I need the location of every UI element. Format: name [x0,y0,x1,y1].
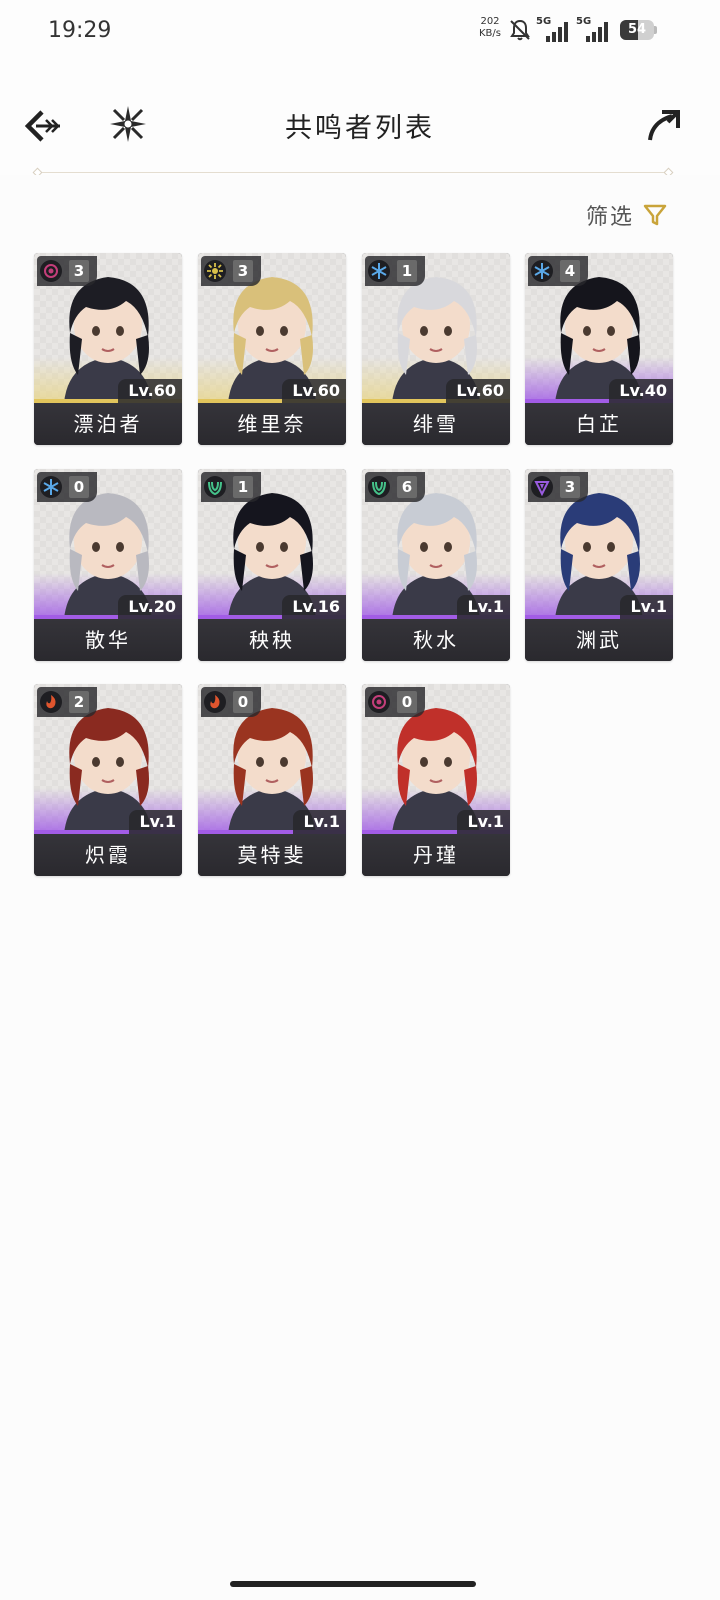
attribute-badge: 1 [201,472,261,502]
resonator-level: Lv.60 [282,379,346,403]
resonator-card[interactable]: 1 Lv.60 绯雪 [362,253,510,445]
attribute-badge: 0 [37,472,97,502]
home-indicator[interactable] [230,1581,476,1587]
resonance-chain-count: 4 [560,260,580,282]
network-speed: 202 KB/s [479,16,501,40]
resonance-chain-count: 3 [233,260,253,282]
resonator-name: 丹瑾 [362,834,510,876]
resonator-name: 渊武 [525,619,673,661]
resonance-chain-count: 0 [233,691,253,713]
share-arrow-icon[interactable] [642,104,686,148]
resonance-chain-count: 1 [397,260,417,282]
havoc-attribute-icon [368,691,390,713]
resonator-level: Lv.1 [620,595,673,619]
resonance-chain-count: 6 [397,476,417,498]
glacio-attribute-icon [531,260,553,282]
resonator-card[interactable]: 6 Lv.1 秋水 [362,469,510,661]
page-header: 共鸣者列表 [0,90,720,160]
havoc-attribute-icon [40,260,62,282]
attribute-badge: 4 [528,256,588,286]
resonator-name: 白芷 [525,403,673,445]
resonance-chain-count: 0 [397,691,417,713]
resonator-card[interactable]: 3 Lv.1 渊武 [525,469,673,661]
battery-indicator: 54 [620,20,658,40]
attribute-badge: 0 [365,687,425,717]
fusion-attribute-icon [204,691,226,713]
resonator-level: Lv.1 [129,810,182,834]
page-title: 共鸣者列表 [285,113,435,144]
resonator-card[interactable]: 3 Lv.60 漂泊者 [34,253,182,445]
attribute-badge: 3 [528,472,588,502]
filter-funnel-icon [643,204,667,226]
network-speed-value: 202 [480,16,500,27]
resonator-card[interactable]: 4 Lv.40 白芷 [525,253,673,445]
resonance-chain-count: 3 [560,476,580,498]
network-speed-unit: KB/s [479,28,501,39]
filter-label: 筛选 [586,205,635,230]
signal-bars-icon [546,22,568,42]
filter-button[interactable]: 筛选 [586,198,668,232]
attribute-badge: 2 [37,687,97,717]
resonator-card[interactable]: 1 Lv.16 秧秧 [198,469,346,661]
resonator-name: 绯雪 [362,403,510,445]
resonator-level: Lv.1 [293,810,346,834]
glacio-attribute-icon [40,476,62,498]
attribute-badge: 6 [365,472,425,502]
resonator-name: 秋水 [362,619,510,661]
resonator-card[interactable]: 0 Lv.1 丹瑾 [362,684,510,876]
cell-signal-1: 5G [536,16,572,44]
resonator-level: Lv.60 [118,379,182,403]
resonator-card[interactable]: 0 Lv.1 莫特斐 [198,684,346,876]
resonator-name: 维里奈 [198,403,346,445]
resonator-name: 秧秧 [198,619,346,661]
resonance-chain-count: 0 [69,476,89,498]
status-time: 19:29 [48,18,112,43]
resonance-chain-count: 2 [69,691,89,713]
aero-attribute-icon [368,476,390,498]
resonator-level: Lv.40 [609,379,673,403]
glacio-attribute-icon [368,260,390,282]
spectro-attribute-icon [204,260,226,282]
aero-attribute-icon [204,476,226,498]
resonator-name: 漂泊者 [34,403,182,445]
resonator-level: Lv.60 [446,379,510,403]
attribute-badge: 0 [201,687,261,717]
attribute-badge: 1 [365,256,425,286]
resonance-chain-count: 1 [233,476,253,498]
resonator-level: Lv.20 [118,595,182,619]
battery-level: 54 [627,22,647,37]
electro-attribute-icon [531,476,553,498]
attribute-badge: 3 [37,256,97,286]
resonator-level: Lv.1 [457,810,510,834]
resonator-card[interactable]: 0 Lv.20 散华 [34,469,182,661]
fusion-attribute-icon [40,691,62,713]
resonator-level: Lv.16 [282,595,346,619]
resonator-name: 炽霞 [34,834,182,876]
resonator-card[interactable]: 3 Lv.60 维里奈 [198,253,346,445]
attribute-badge: 3 [201,256,261,286]
resonator-name: 莫特斐 [198,834,346,876]
resonator-name: 散华 [34,619,182,661]
status-bar: 19:29 202 KB/s 5G 5G 54 [0,0,720,64]
resonance-chain-count: 3 [69,260,89,282]
cell-signal-2: 5G [576,16,612,44]
mute-bell-icon [510,19,530,41]
resonator-card[interactable]: 2 Lv.1 炽霞 [34,684,182,876]
signal-bars-icon [586,22,608,42]
resonator-level: Lv.1 [457,595,510,619]
